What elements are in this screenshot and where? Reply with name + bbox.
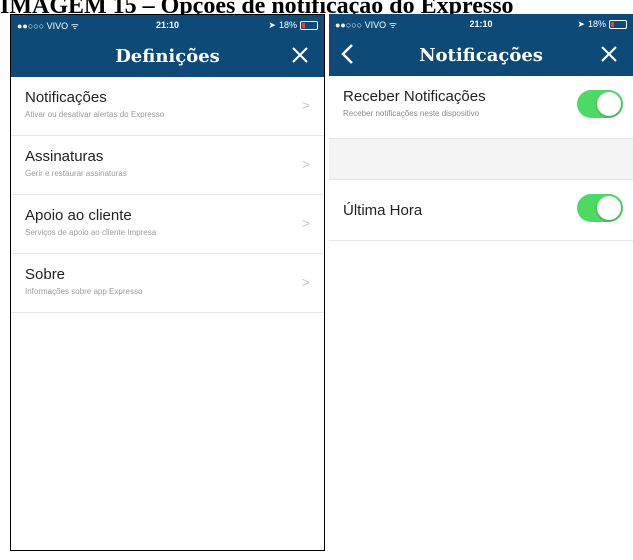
battery-percent: 18% — [278, 20, 297, 30]
location-icon: ➤ — [268, 19, 276, 30]
chevron-right-icon: > — [301, 97, 310, 113]
toggle-knob — [597, 92, 621, 116]
menu-item-label: Sobre — [25, 266, 66, 283]
menu-item-assinaturas[interactable]: Assinaturas Gerir e restaurar assinatura… — [11, 136, 324, 195]
close-icon[interactable] — [595, 40, 623, 68]
setting-receber-notificacoes: Receber Notificações Receber notificaçõe… — [329, 76, 633, 139]
toggle-knob — [597, 196, 621, 220]
status-right: ➤ 18% — [218, 20, 318, 31]
menu-item-subtitle: Informações sobre app Expresso — [25, 287, 143, 296]
menu-item-sobre[interactable]: Sobre Informações sobre app Expresso > — [11, 254, 324, 313]
page-title: Notificações — [419, 44, 543, 66]
settings-screen: ●●○○○ VIVO ᯤ 21:10 ➤ 18% Definições Noti… — [10, 14, 325, 551]
battery-icon — [608, 19, 627, 29]
menu-item-notificacoes[interactable]: Notificações Ativar ou desativar alertas… — [11, 77, 324, 136]
notifications-header: ●●○○○ VIVO ᯤ 21:10 ➤ 18% Notificações — [329, 14, 633, 76]
battery-icon — [299, 20, 318, 30]
setting-subtitle: Receber notificações neste dispositivo — [343, 109, 480, 118]
carrier-label: ●●○○○ VIVO ᯤ — [17, 20, 79, 31]
settings-header: ●●○○○ VIVO ᯤ 21:10 ➤ 18% Definições — [11, 15, 324, 77]
status-time: 21:10 — [469, 19, 493, 29]
chevron-right-icon: > — [301, 156, 310, 172]
setting-label: Última Hora — [343, 202, 423, 219]
page-title: Definições — [115, 45, 220, 67]
chevron-right-icon: > — [301, 274, 310, 290]
menu-item-subtitle: Gerir e restaurar assinaturas — [25, 169, 127, 178]
carrier-label: ●●○○○ VIVO ᯤ — [335, 19, 397, 30]
notifications-screen: ●●○○○ VIVO ᯤ 21:10 ➤ 18% Notificações Re… — [329, 14, 633, 560]
setting-label: Receber Notificações — [343, 88, 486, 105]
status-right: ➤ 18% — [530, 19, 627, 30]
receber-notificacoes-toggle[interactable] — [577, 90, 623, 118]
location-icon: ➤ — [577, 18, 585, 29]
ultima-hora-toggle[interactable] — [577, 194, 623, 222]
chevron-right-icon: > — [301, 215, 310, 231]
status-bar: ●●○○○ VIVO ᯤ 21:10 ➤ 18% — [329, 14, 633, 34]
setting-ultima-hora: Última Hora — [329, 180, 633, 241]
menu-item-label: Apoio ao cliente — [25, 207, 132, 224]
status-time: 21:10 — [155, 20, 179, 30]
settings-navbar: Definições — [11, 35, 324, 77]
notifications-navbar: Notificações — [329, 34, 633, 76]
close-icon[interactable] — [286, 41, 314, 69]
status-bar: ●●○○○ VIVO ᯤ 21:10 ➤ 18% — [11, 15, 324, 35]
menu-item-apoio-cliente[interactable]: Apoio ao cliente Serviços de apoio ao cl… — [11, 195, 324, 254]
menu-item-label: Assinaturas — [25, 148, 104, 165]
menu-item-subtitle: Serviços de apoio ao cliente Impresa — [25, 228, 157, 237]
menu-item-label: Notificações — [25, 89, 107, 106]
battery-percent: 18% — [587, 19, 606, 29]
menu-item-subtitle: Ativar ou desativar alertas do Expresso — [25, 110, 165, 119]
chevron-left-icon[interactable] — [335, 40, 363, 68]
section-gap — [329, 139, 633, 180]
